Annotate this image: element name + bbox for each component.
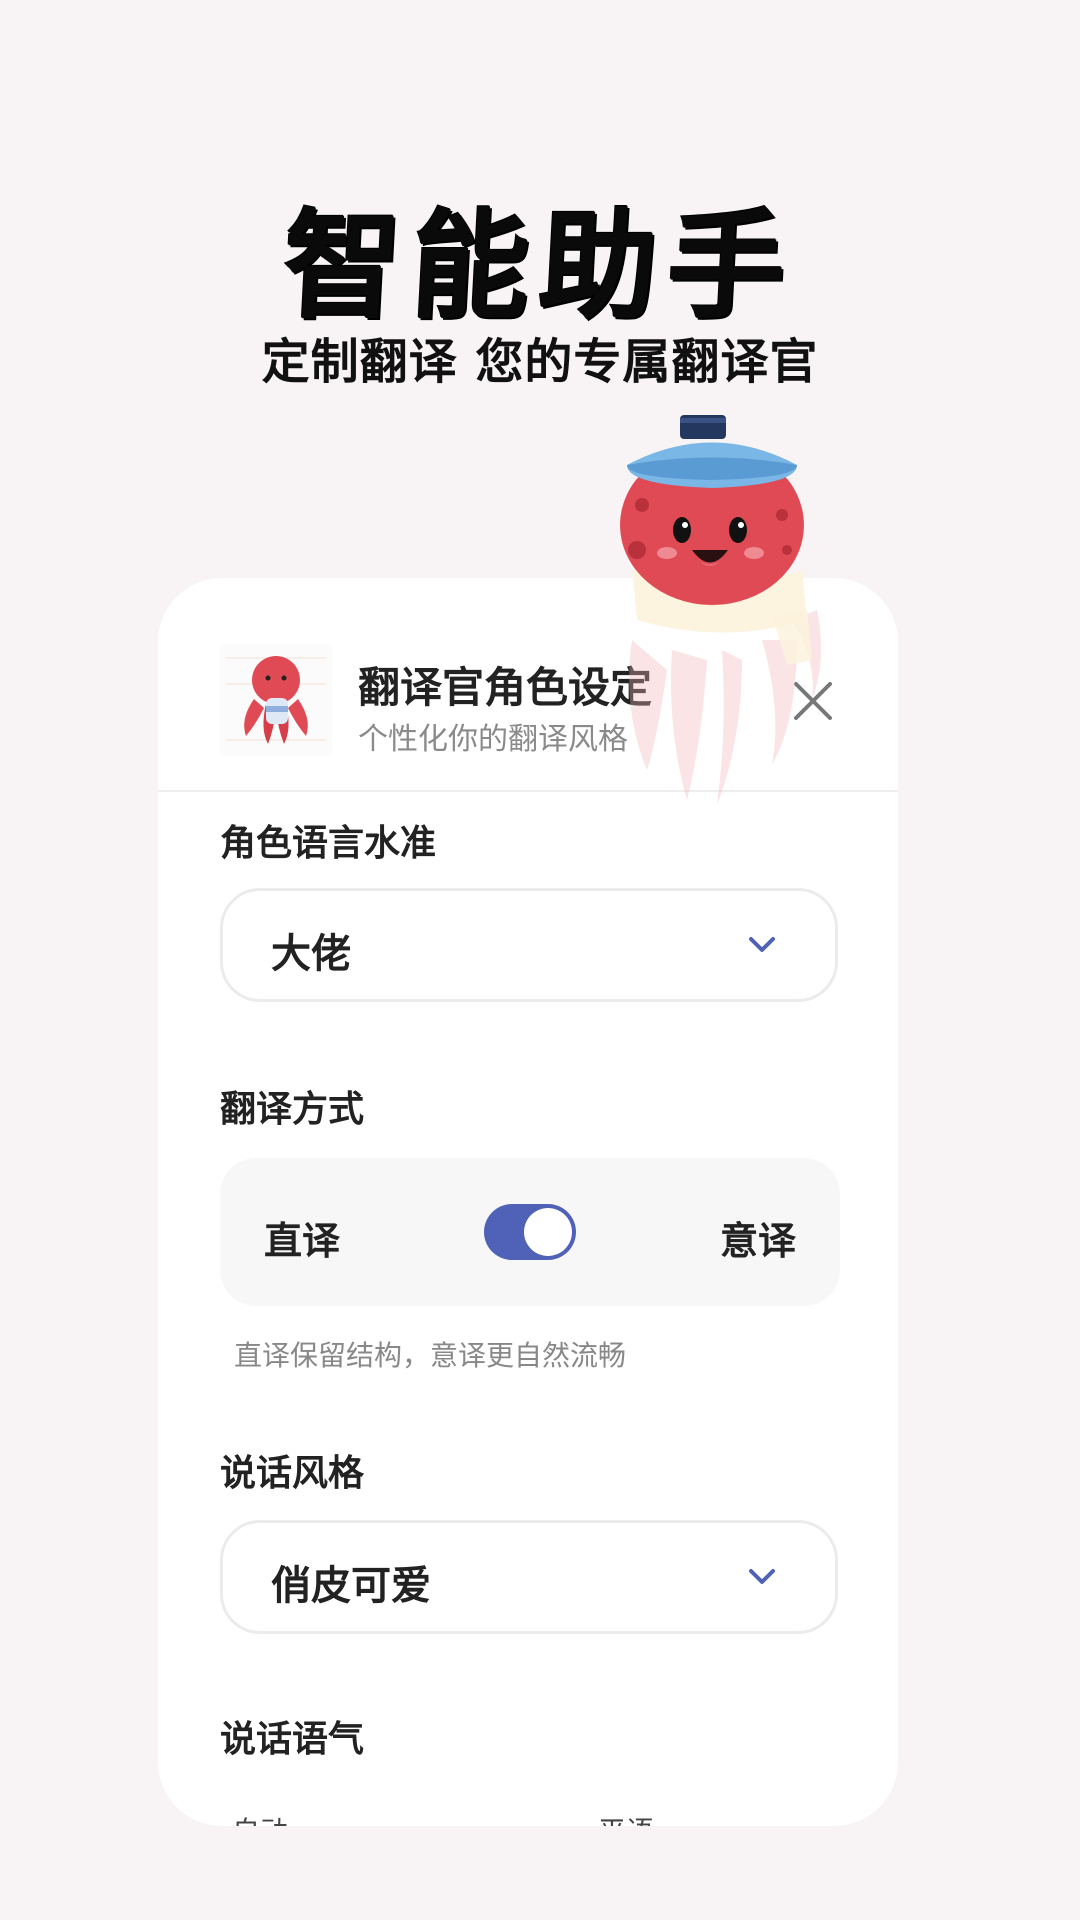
translation-mode-label: 翻译方式 [220, 1089, 365, 1130]
language-level-label: 角色语言水准 [220, 823, 437, 864]
hero-subtitle: 定制翻译 您的专属翻译官 [261, 334, 819, 390]
chevron-down-icon [749, 937, 775, 952]
language-level-select[interactable]: 大佬 [220, 888, 838, 1002]
translation-mode-toggle[interactable] [484, 1204, 576, 1260]
free-option-label[interactable]: 意译 [720, 1210, 796, 1265]
speaking-style-select[interactable]: 俏皮可爱 [220, 1520, 838, 1634]
card-title: 翻译官角色设定 [358, 663, 653, 712]
octopus-avatar-icon [220, 644, 332, 756]
chevron-down-icon [749, 1569, 775, 1584]
translation-mode-panel: 直译 意译 [220, 1158, 840, 1306]
speaking-tone-label: 说话语气 [220, 1719, 365, 1760]
literal-option-label[interactable]: 直译 [264, 1210, 340, 1265]
speaking-style-value: 俏皮可爱 [271, 1563, 431, 1609]
hero-title: 智能助手 [279, 197, 800, 335]
octopus-mascot-image [620, 415, 821, 805]
page: 智能助手 定制翻译 您的专属翻译官 翻译官角色设定 个性化你的翻译风格 角色语言… [0, 0, 1080, 1920]
tone-option-auto[interactable]: 自动 [232, 1810, 288, 1826]
translation-mode-hint: 直译保留结构，意译更自然流畅 [234, 1339, 627, 1372]
speaking-style-label: 说话风格 [220, 1453, 365, 1494]
tone-option-plain[interactable]: 平语 [598, 1810, 654, 1826]
card-subtitle: 个性化你的翻译风格 [358, 722, 628, 757]
toggle-knob [524, 1208, 572, 1256]
language-level-value: 大佬 [271, 931, 351, 977]
